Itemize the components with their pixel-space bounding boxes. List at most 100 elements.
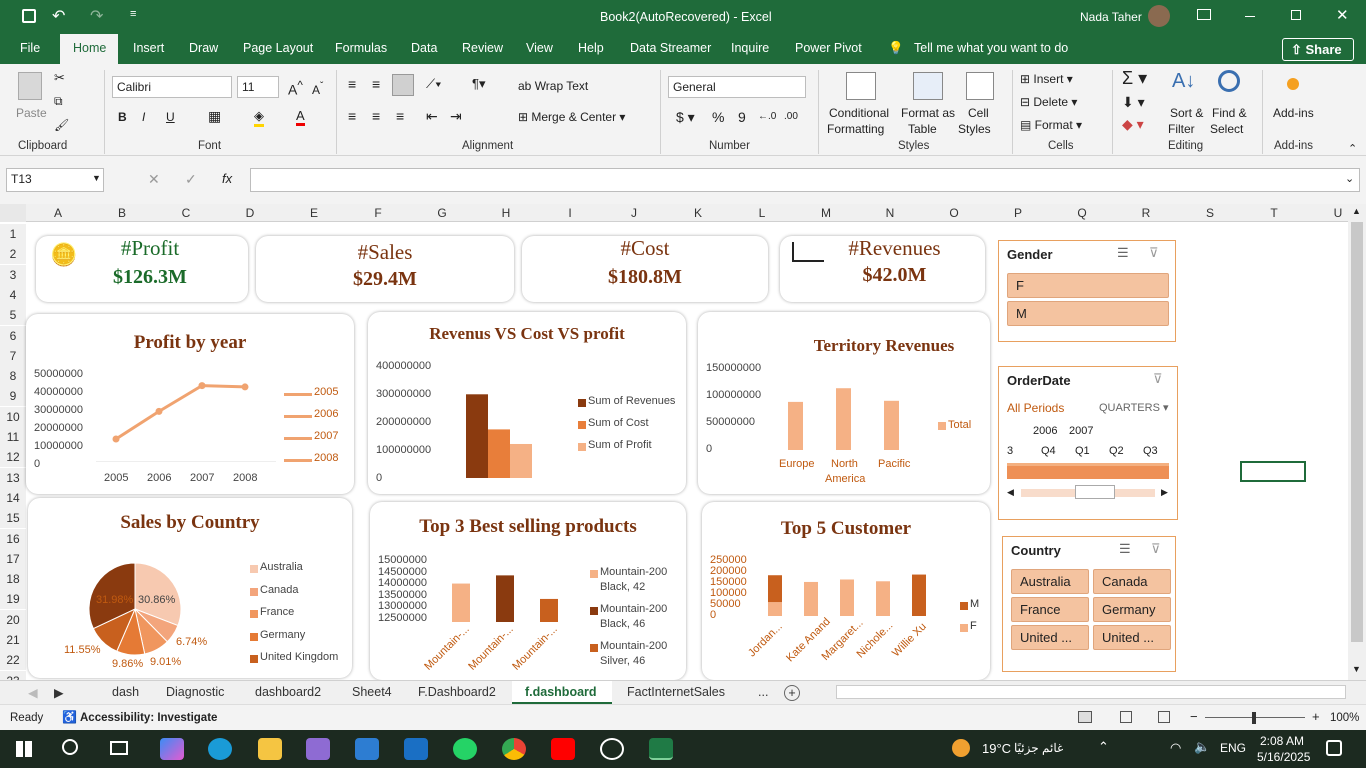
format-as-table-icon[interactable] — [913, 72, 943, 100]
add-sheet-icon[interactable]: + — [784, 685, 800, 701]
start-icon[interactable] — [16, 741, 32, 757]
multi-select-icon[interactable]: ☰ — [1117, 245, 1129, 261]
normal-view-icon[interactable] — [1078, 711, 1092, 723]
tab-data[interactable]: Data — [411, 41, 437, 55]
sheet-tab-f-dashboard[interactable]: f.dashboard — [525, 685, 597, 699]
tab-file[interactable]: File — [20, 41, 40, 55]
tab-formulas[interactable]: Formulas — [335, 41, 387, 55]
find-select-button[interactable]: Find & — [1212, 106, 1247, 120]
weather-temp[interactable]: 19°C — [982, 741, 1011, 756]
add-ins-icon[interactable] — [1287, 78, 1299, 90]
zoom-out-icon[interactable]: − — [1190, 709, 1198, 724]
align-bottom-icon[interactable] — [392, 74, 414, 96]
chatgpt-icon[interactable] — [600, 738, 624, 760]
bold-icon[interactable]: B — [118, 110, 127, 124]
slicer-item-germany[interactable]: Germany — [1093, 597, 1171, 622]
profit-point[interactable] — [198, 382, 206, 390]
slicer-item-france[interactable]: France — [1011, 597, 1089, 622]
vertical-scrollbar[interactable]: ▲ ▼ — [1348, 204, 1366, 680]
scroll-thumb[interactable] — [1351, 222, 1363, 642]
chrome-icon[interactable] — [502, 738, 526, 760]
top-products-chart[interactable]: Top 3 Best selling products 15000000 1450… — [370, 502, 686, 680]
customer-bar-f[interactable] — [804, 581, 818, 616]
bar-sum-of-profit[interactable] — [510, 443, 532, 478]
avatar[interactable] — [1148, 5, 1170, 27]
wifi-icon[interactable]: ◠ — [1170, 740, 1181, 756]
file-explorer-icon[interactable] — [258, 738, 282, 760]
rtl-icon[interactable]: ¶▾ — [472, 76, 486, 92]
format-as-table-button[interactable]: Format as — [901, 106, 955, 120]
align-right-icon[interactable]: ≡ — [396, 108, 404, 124]
cell-styles-icon[interactable] — [966, 72, 994, 100]
tab-review[interactable]: Review — [462, 41, 503, 55]
accessibility-status[interactable]: Accessibility: Investigate — [80, 712, 217, 724]
timeline-bar[interactable] — [1007, 463, 1169, 479]
insert-function-icon[interactable]: fx — [222, 171, 232, 186]
customer-bar-f[interactable] — [840, 579, 854, 616]
sort-filter-button[interactable]: Sort & — [1170, 106, 1203, 120]
wrap-text-button[interactable]: ab Wrap Text — [518, 79, 588, 93]
product-bar[interactable] — [496, 575, 514, 622]
worksheet-grid[interactable]: ABCDEFGHIJKLMNOPQRSTU 1 2 3 4 5 6 7 8 9 10 11 12 13 1… — [0, 204, 1348, 680]
customer-bar-f[interactable] — [768, 602, 782, 616]
territory-revenues-chart[interactable]: Territory Revenues 150000000 100000000 500… — [698, 312, 990, 494]
slicer-item-canada[interactable]: Canada — [1093, 569, 1171, 594]
scroll-right-icon[interactable]: ▶ — [1161, 487, 1168, 498]
delete-cells-button[interactable]: ⊟ Delete ▾ — [1020, 95, 1077, 109]
tab-home[interactable]: Home — [73, 41, 106, 55]
customer-bar-f[interactable] — [876, 581, 890, 616]
zoom-in-icon[interactable]: + — [1312, 709, 1320, 724]
clear-icon[interactable]: ◆ ▾ — [1122, 116, 1144, 133]
select-all-corner[interactable] — [0, 204, 26, 222]
territory-bar[interactable] — [788, 401, 803, 450]
sort-filter-icon[interactable]: A↓ — [1172, 70, 1195, 93]
profit-point[interactable] — [112, 435, 120, 443]
customer-bar-m[interactable] — [768, 575, 782, 603]
profit-point[interactable] — [241, 383, 249, 391]
percent-icon[interactable]: % — [712, 109, 724, 125]
kpi-profit-card[interactable]: 🪙 #Profit $126.3M — [36, 236, 248, 302]
sheet-tab-f-dashboard2[interactable]: F.Dashboard2 — [418, 685, 496, 699]
store-icon[interactable] — [355, 738, 379, 760]
copilot-icon[interactable] — [160, 738, 184, 760]
share-button[interactable]: ⇧ Share — [1282, 38, 1354, 61]
product-bar[interactable] — [452, 583, 470, 622]
sheet-tab-diagnostic[interactable]: Diagnostic — [166, 685, 224, 699]
close-icon[interactable]: ✕ — [1336, 6, 1349, 24]
cell-styles-button[interactable]: Cell — [968, 106, 989, 120]
page-layout-icon[interactable] — [1120, 711, 1132, 723]
customer-bar-m[interactable] — [912, 574, 926, 616]
orderdate-timeline[interactable]: OrderDate ⊽ All Periods QUARTERS ▾ 2006 … — [998, 366, 1178, 520]
language-indicator[interactable]: ENG — [1220, 741, 1246, 755]
search-icon[interactable] — [62, 739, 78, 755]
whatsapp-icon[interactable] — [453, 738, 477, 760]
weather-icon[interactable] — [952, 739, 970, 757]
collapse-ribbon-icon[interactable]: ⌃ — [1348, 142, 1357, 155]
tell-me-search[interactable]: Tell me what you want to do — [914, 41, 1068, 55]
product-bar[interactable] — [540, 598, 558, 622]
horizontal-scrollbar[interactable] — [836, 685, 1346, 699]
gender-slicer[interactable]: Gender ☰ ⊽ F M — [998, 240, 1176, 342]
kpi-cost-card[interactable]: #Cost $180.8M — [522, 236, 768, 302]
chevron-up-icon[interactable]: ⌃ — [1098, 739, 1109, 755]
youtube-icon[interactable] — [551, 738, 575, 760]
clear-filter-icon[interactable]: ⊽ — [1153, 371, 1163, 387]
page-break-icon[interactable] — [1158, 711, 1170, 723]
conditional-formatting-button[interactable]: Conditional — [829, 106, 889, 120]
find-select-icon[interactable] — [1218, 70, 1240, 92]
autosum-icon[interactable]: Σ ▾ — [1122, 68, 1147, 89]
scroll-left-icon[interactable]: ◀ — [1007, 487, 1014, 498]
shrink-font-icon[interactable]: Aˇ — [312, 81, 323, 97]
align-left-icon[interactable]: ≡ — [348, 108, 356, 124]
bar-sum-of-revenues[interactable] — [466, 394, 488, 478]
clear-filter-icon[interactable]: ⊽ — [1149, 245, 1159, 261]
tab-insert[interactable]: Insert — [133, 41, 164, 55]
decrease-decimal-icon[interactable]: .00 — [784, 111, 798, 122]
merge-center-button[interactable]: ⊞ Merge & Center ▾ — [518, 110, 625, 124]
scroll-up-icon[interactable]: ▲ — [1352, 206, 1361, 216]
kpi-sales-card[interactable]: #Sales $29.4M — [256, 236, 514, 302]
territory-bar[interactable] — [884, 400, 899, 450]
profit-by-year-chart[interactable]: Profit by year 50000000 40000000 30000000 2… — [26, 314, 354, 494]
customize-qat-icon[interactable]: ≡ — [130, 8, 136, 20]
prev-sheet-icon[interactable]: ◀ — [28, 685, 38, 700]
